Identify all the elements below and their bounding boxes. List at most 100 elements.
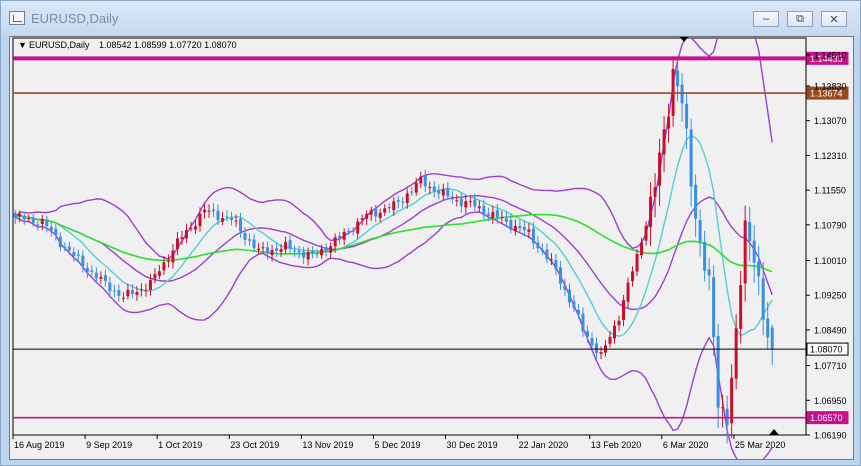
candle-body bbox=[257, 248, 261, 251]
candle-body bbox=[279, 249, 283, 252]
candle-body bbox=[27, 218, 31, 220]
candle-body bbox=[189, 228, 193, 230]
candle-body bbox=[31, 217, 35, 223]
candle-body bbox=[752, 240, 756, 263]
minimize-icon: – bbox=[762, 13, 770, 25]
candle-body bbox=[594, 343, 598, 353]
candle-body bbox=[369, 210, 373, 215]
candle-body bbox=[392, 201, 396, 211]
chart-area[interactable]: 1.14435 1.13674 1.08070 1.06570 1.14510 1.13… bbox=[9, 36, 854, 460]
candle-body bbox=[468, 201, 472, 203]
x-tick-label: 16 Aug 2019 bbox=[14, 440, 65, 450]
candle-body bbox=[712, 277, 716, 338]
x-tick-label: 30 Dec 2019 bbox=[447, 440, 498, 450]
candle-body bbox=[396, 200, 400, 202]
candle-body bbox=[72, 252, 76, 256]
restore-icon: ⧉ bbox=[796, 12, 804, 25]
candle-body bbox=[266, 247, 270, 254]
candle-body bbox=[243, 233, 247, 240]
candle-body bbox=[99, 276, 103, 279]
candle-body bbox=[234, 220, 238, 222]
candle-body bbox=[378, 212, 382, 218]
candle-body bbox=[139, 289, 143, 291]
price-axis: 1.14510 1.13830 1.13070 1.12310 1.11550 1.107… bbox=[806, 50, 847, 441]
candle-body bbox=[365, 213, 369, 219]
candle-body bbox=[590, 338, 594, 346]
candle-body bbox=[450, 196, 454, 200]
candle-body bbox=[658, 152, 662, 186]
candle-body bbox=[766, 318, 770, 338]
candle-body bbox=[293, 250, 297, 252]
candle-body bbox=[748, 221, 752, 242]
candle-body bbox=[676, 70, 680, 87]
candle-body bbox=[743, 220, 747, 284]
candle-body bbox=[734, 328, 738, 379]
time-axis: 16 Aug 2019 9 Sep 2019 1 Oct 2019 23 Oct 20… bbox=[12, 435, 785, 450]
candle-body bbox=[288, 240, 292, 249]
candle-body bbox=[698, 220, 702, 243]
restore-button[interactable]: ⧉ bbox=[787, 11, 813, 27]
candle-body bbox=[558, 267, 562, 284]
title-bar[interactable]: EURUSD,Daily – ⧉ ✕ bbox=[1, 1, 860, 35]
candle-body bbox=[85, 267, 89, 273]
candle-body bbox=[351, 230, 355, 232]
candle-body bbox=[338, 235, 342, 238]
candle-body bbox=[477, 206, 481, 209]
candle-body bbox=[157, 271, 161, 276]
candle-body bbox=[581, 313, 585, 332]
candle-body bbox=[320, 248, 324, 256]
candle-body bbox=[622, 300, 626, 320]
y-tick-label: 1.13070 bbox=[814, 116, 847, 126]
price-chart[interactable]: 1.144351.136741.080701.06570 1.145101.13… bbox=[10, 37, 853, 459]
minimize-button[interactable]: – bbox=[753, 11, 779, 27]
candle-body bbox=[297, 250, 301, 253]
x-tick-label: 22 Jan 2020 bbox=[519, 440, 569, 450]
candle-body bbox=[383, 208, 387, 213]
candle-body bbox=[126, 289, 130, 297]
header-arrow[interactable]: ▼ bbox=[18, 40, 27, 50]
candle-body bbox=[455, 200, 459, 202]
candle-body bbox=[117, 290, 121, 296]
candle-body bbox=[531, 228, 535, 244]
candle-body bbox=[640, 242, 644, 256]
candle-body bbox=[342, 231, 346, 240]
candle-body bbox=[540, 249, 544, 252]
y-tick-label: 1.12310 bbox=[814, 151, 847, 161]
y-tick-label: 1.08490 bbox=[814, 325, 847, 335]
candle-body bbox=[513, 225, 517, 232]
candle-body bbox=[500, 217, 504, 219]
candle-body bbox=[694, 184, 698, 219]
candle-body bbox=[306, 252, 310, 260]
x-tick-label: 1 Oct 2019 bbox=[158, 440, 202, 450]
candle-body bbox=[689, 129, 693, 187]
candle-body bbox=[419, 176, 423, 184]
candle-body bbox=[347, 231, 351, 233]
candle-body bbox=[536, 242, 540, 249]
candle-body bbox=[184, 230, 188, 239]
y-tick-label: 1.07710 bbox=[814, 361, 847, 371]
candle-body bbox=[252, 239, 256, 249]
candle-body bbox=[410, 191, 414, 193]
candle-body bbox=[613, 325, 617, 339]
candle-body bbox=[649, 196, 653, 227]
candle-body bbox=[703, 241, 707, 271]
candle-body bbox=[617, 320, 621, 326]
candle-body bbox=[644, 225, 648, 241]
candle-body bbox=[130, 289, 134, 294]
candle-body bbox=[180, 237, 184, 239]
candle-body bbox=[730, 377, 734, 424]
candle-body bbox=[284, 241, 288, 250]
candle-body bbox=[63, 246, 67, 248]
candle-body bbox=[207, 210, 211, 212]
close-button[interactable]: ✕ bbox=[821, 11, 847, 27]
candle-body bbox=[473, 199, 477, 207]
candle-body bbox=[333, 237, 337, 247]
candle-body bbox=[482, 205, 486, 215]
candle-body bbox=[135, 292, 139, 296]
y-tick-label: 1.09250 bbox=[814, 291, 847, 301]
candle-body bbox=[108, 282, 112, 292]
candle-body bbox=[680, 84, 684, 104]
x-tick-label: 5 Dec 2019 bbox=[374, 440, 420, 450]
candle-body bbox=[545, 249, 549, 260]
ohlc-values: 1.08542 1.08599 1.07720 1.08070 bbox=[99, 40, 237, 50]
